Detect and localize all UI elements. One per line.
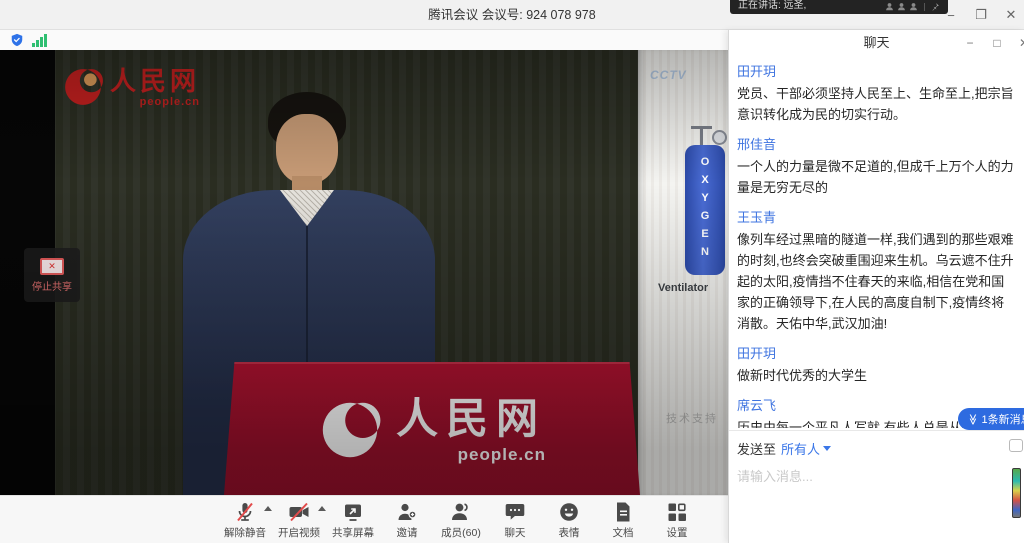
message-sender[interactable]: 田开玥 <box>737 61 1017 80</box>
start-video-button[interactable]: 开启视频 <box>272 497 326 543</box>
share-screen-icon <box>341 500 365 524</box>
peoplecn-swirl-icon <box>62 66 104 108</box>
chat-minimize-button[interactable]: − <box>964 36 976 50</box>
message-text: 像列车经过黑暗的隧道一样,我们遇到的那些艰难的时刻,也终会突破重围迎来生机。乌云… <box>737 229 1017 334</box>
oxygen-label: OXYGEN <box>699 156 711 264</box>
toast-divider <box>924 3 925 11</box>
network-signal-icon[interactable] <box>32 34 47 47</box>
emoji-button[interactable]: 表情 <box>542 497 596 543</box>
mini-thumbnail-strip <box>1012 468 1021 518</box>
emoji-picker-icon[interactable] <box>1009 439 1023 452</box>
cylinder-valve <box>700 126 703 146</box>
ventilator-caption: Ventilator <box>658 282 726 294</box>
settings-grid-icon <box>665 500 689 524</box>
chat-message-list[interactable]: 田开玥 党员、干部必须坚持人民至上、生命至上,把宗旨意识转化成为民的切实行动。 … <box>729 56 1024 428</box>
speaker-face <box>276 114 338 184</box>
watermark-brand-text: 人民网 <box>110 66 200 96</box>
camera-off-icon <box>287 500 311 524</box>
shared-screen-video: 人民网 people.cn CCTV OXYGEN Ventilator 技术支… <box>0 50 728 495</box>
invite-person-icon <box>395 500 419 524</box>
cctv-watermark: CCTV <box>650 68 687 82</box>
message-input[interactable]: 请输入消息... <box>737 466 1017 485</box>
speaking-toast-text: 正在讲话: 远圣, <box>738 0 885 11</box>
chat-bubble-icon <box>503 500 527 524</box>
podium-brand-text: 人民网 <box>396 395 546 443</box>
send-to-dropdown[interactable]: 所有人 <box>781 439 831 458</box>
chat-message: 邢佳音 一个人的力量是微不足道的,但成千上万个人的力量是无穷无尽的 <box>737 134 1017 198</box>
new-message-button[interactable]: ≫ 1条新消息 <box>958 408 1024 430</box>
podium-domain-text: people.cn <box>458 445 546 465</box>
stop-share-button[interactable]: ✕ 停止共享 <box>24 248 80 302</box>
message-text: 党员、干部必须坚持人民至上、生命至上,把宗旨意识转化成为民的切实行动。 <box>737 83 1017 125</box>
mic-options-arrow[interactable] <box>264 506 272 511</box>
settings-button[interactable]: 设置 <box>650 497 704 543</box>
app-root: 腾讯会议 会议号: 924 078 978 − ❐ ✕ 正在讲话: 远圣, <box>0 0 1024 543</box>
chat-footer: 发送至 所有人 请输入消息... <box>729 430 1024 543</box>
chat-message: 田开玥 做新时代优秀的大学生 <box>737 343 1017 386</box>
message-text: 一个人的力量是微不足道的,但成千上万个人的力量是无穷无尽的 <box>737 156 1017 198</box>
stop-share-label: 停止共享 <box>32 278 72 293</box>
camera-options-arrow[interactable] <box>318 506 326 511</box>
speaker-avatar-icon <box>909 2 918 11</box>
new-message-label: 1条新消息 <box>982 411 1024 427</box>
tech-support-watermark: 技术支持 <box>666 410 718 426</box>
document-icon <box>611 500 635 524</box>
chat-message: 王玉青 像列车经过黑暗的隧道一样,我们遇到的那些艰难的时刻,也终会突破重围迎来生… <box>737 207 1017 334</box>
chevron-down-icon <box>823 446 831 451</box>
unmute-button[interactable]: 解除静音 <box>218 497 272 543</box>
chat-button[interactable]: 聊天 <box>488 497 542 543</box>
invite-button[interactable]: 邀请 <box>380 497 434 543</box>
send-to-row: 发送至 所有人 <box>737 439 1017 458</box>
docs-button[interactable]: 文档 <box>596 497 650 543</box>
speaker-avatar-icon <box>897 2 906 11</box>
podium: 人民网 people.cn <box>224 362 640 495</box>
projection-screen: CCTV OXYGEN Ventilator 技术支持 <box>638 50 728 495</box>
cylinder-gauge <box>712 130 727 145</box>
status-strip <box>0 30 728 50</box>
double-chevron-down-icon: ≫ <box>966 413 977 425</box>
send-to-label: 发送至 <box>737 439 776 458</box>
mic-muted-icon <box>233 500 257 524</box>
security-shield-icon[interactable] <box>10 33 24 47</box>
stop-share-monitor-icon: ✕ <box>40 258 64 275</box>
chat-message: 田开玥 党员、干部必须坚持人民至上、生命至上,把宗旨意识转化成为民的切实行动。 <box>737 61 1017 125</box>
chat-header: 聊天 − □ ✕ <box>729 30 1024 56</box>
oxygen-cylinder: OXYGEN <box>685 145 725 275</box>
message-sender[interactable]: 田开玥 <box>737 343 1017 362</box>
watermark-domain-text: people.cn <box>140 96 200 108</box>
peoplecn-watermark: 人民网 people.cn <box>62 66 200 108</box>
pin-icon[interactable] <box>931 2 940 11</box>
smiley-icon <box>557 500 581 524</box>
members-button[interactable]: 成员(60) <box>434 497 488 543</box>
share-screen-button[interactable]: 共享屏幕 <box>326 497 380 543</box>
restore-button[interactable]: ❐ <box>974 7 988 23</box>
message-text: 做新时代优秀的大学生 <box>737 365 1017 386</box>
message-sender[interactable]: 邢佳音 <box>737 134 1017 153</box>
chat-panel: 聊天 − □ ✕ 田开玥 党员、干部必须坚持人民至上、生命至上,把宗旨意识转化成… <box>728 30 1024 543</box>
chat-maximize-button[interactable]: □ <box>991 36 1003 50</box>
speaker-avatar-icon <box>885 2 894 11</box>
chat-close-button[interactable]: ✕ <box>1018 36 1024 50</box>
podium-swirl-icon <box>318 398 382 462</box>
members-icon <box>449 500 473 524</box>
message-sender[interactable]: 王玉青 <box>737 207 1017 226</box>
close-button[interactable]: ✕ <box>1004 7 1018 23</box>
speaking-toast: 正在讲话: 远圣, <box>730 0 948 14</box>
meeting-toolbar: 解除静音 开启视频 共享屏幕 <box>0 495 728 543</box>
